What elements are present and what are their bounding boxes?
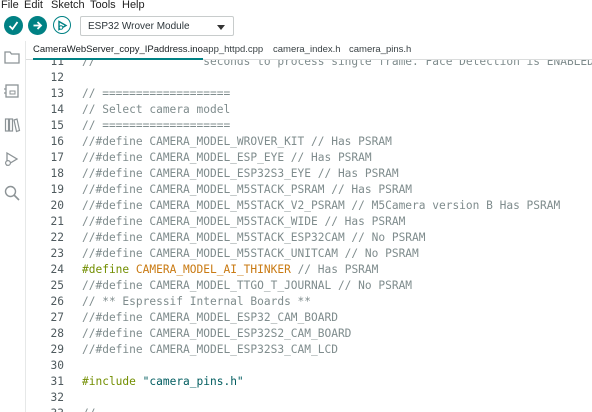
library-icon[interactable] <box>3 116 21 134</box>
code-text: //#define CAMERA_MODEL_ESP32S3_EYE // Ha… <box>82 167 399 180</box>
code-comment: // Has PSRAM <box>290 263 379 276</box>
code-text: //#define CAMERA_MODEL_ESP_EYE // Has PS… <box>82 151 372 164</box>
board-manager-icon[interactable] <box>3 82 21 100</box>
code-text: // =================== <box>82 87 231 100</box>
code-text: //#define CAMERA_MODEL_WROVER_KIT // Has… <box>82 135 392 148</box>
arrow-right-icon <box>33 21 43 30</box>
tab-camera-index[interactable]: camera_index.h <box>273 41 341 58</box>
board-select[interactable]: ESP32 Wrover Module <box>80 16 234 36</box>
code-text: // =================== <box>82 119 231 132</box>
sidebar <box>0 41 26 412</box>
code-text: //#define CAMERA_MODEL_TTGO_T_JOURNAL //… <box>82 279 413 292</box>
code-line: 31 #include "camera_pins.h" <box>26 374 592 390</box>
code-text: //#define CAMERA_MODEL_ESP32S3_CAM_LCD <box>82 343 338 356</box>
tab-camera-pins[interactable]: camera_pins.h <box>349 41 411 58</box>
code-string: "camera_pins.h" <box>142 375 244 388</box>
line-number: 14 <box>50 103 64 116</box>
tab-bar: CameraWebServer_copy_IPaddress.ino app_h… <box>26 41 592 60</box>
code-line: 29 //#define CAMERA_MODEL_ESP32S3_CAM_LCD <box>26 342 592 358</box>
code-text: //#define CAMERA_MODEL_M5STACK_PSRAM // … <box>82 183 413 196</box>
code-line: 11 // seconds to process single frame. Fa… <box>26 60 592 70</box>
line-number: 26 <box>50 295 64 308</box>
code-text: #define CAMERA_MODEL_AI_THINKER // Has P… <box>82 262 378 278</box>
line-number: 11 <box>50 60 64 68</box>
line-number: 32 <box>50 391 64 404</box>
line-number: 20 <box>50 199 64 212</box>
menu-bar: File Edit Sketch Tools Help <box>0 0 592 12</box>
code-text: //#define CAMERA_MODEL_M5STACK_V2_PSRAM … <box>82 199 561 212</box>
code-line: 14 // Select camera model <box>26 102 592 118</box>
code-text: // ** Espressif Internal Boards ** <box>82 295 312 308</box>
menu-sketch[interactable]: Sketch <box>51 0 85 11</box>
debug-icon <box>57 19 67 31</box>
line-number: 27 <box>50 311 64 324</box>
line-number: 30 <box>50 359 64 372</box>
line-number: 21 <box>50 215 64 228</box>
menu-file[interactable]: File <box>1 0 19 11</box>
code-text: // Select camera model <box>82 103 231 116</box>
search-icon[interactable] <box>3 184 21 202</box>
verify-button[interactable] <box>4 16 23 35</box>
code-line: 13 // =================== <box>26 86 592 102</box>
code-macro: CAMERA_MODEL_AI_THINKER <box>135 263 291 276</box>
code-line: 24 #define CAMERA_MODEL_AI_THINKER // Has… <box>26 262 592 278</box>
line-number: 13 <box>50 87 64 100</box>
code-text: // <box>82 406 95 412</box>
code-text: #include "camera_pins.h" <box>82 374 244 390</box>
line-number: 15 <box>50 119 64 132</box>
line-number: 19 <box>50 183 64 196</box>
code-text: //#define CAMERA_MODEL_M5STACK_UNITCAM /… <box>82 247 419 260</box>
code-line: 17 //#define CAMERA_MODEL_ESP_EYE // Has … <box>26 150 592 166</box>
menu-edit[interactable]: Edit <box>24 0 43 11</box>
code-line: 22 //#define CAMERA_MODEL_M5STACK_ESP32CA… <box>26 230 592 246</box>
line-number: 18 <box>50 167 64 180</box>
code-text: //#define CAMERA_MODEL_ESP32_CAM_BOARD <box>82 311 338 324</box>
code-text: //#define CAMERA_MODEL_M5STACK_WIDE // H… <box>82 215 406 228</box>
line-number: 28 <box>50 327 64 340</box>
chevron-down-icon <box>217 25 225 30</box>
code-text: //#define CAMERA_MODEL_M5STACK_ESP32CAM … <box>82 231 426 244</box>
code-line: 18 //#define CAMERA_MODEL_ESP32S3_EYE // … <box>26 166 592 182</box>
code-line: 30 <box>26 358 592 374</box>
debug-button[interactable] <box>53 16 71 34</box>
line-number: 25 <box>50 279 64 292</box>
line-number: 23 <box>50 247 64 260</box>
code-line: 33 // <box>26 406 592 412</box>
code-line: 21 //#define CAMERA_MODEL_M5STACK_WIDE //… <box>26 214 592 230</box>
menu-tools[interactable]: Tools <box>90 0 116 11</box>
folder-icon[interactable] <box>3 48 21 66</box>
code-line: 28 //#define CAMERA_MODEL_ESP32S2_CAM_BOA… <box>26 326 592 342</box>
code-line: 27 //#define CAMERA_MODEL_ESP32_CAM_BOARD <box>26 310 592 326</box>
line-number: 31 <box>50 375 64 388</box>
menu-help[interactable]: Help <box>122 0 145 11</box>
upload-button[interactable] <box>28 16 47 35</box>
code-line: 26 // ** Espressif Internal Boards ** <box>26 294 592 310</box>
board-select-label: ESP32 Wrover Module <box>88 21 190 32</box>
code-line: 12 <box>26 70 592 86</box>
line-number: 17 <box>50 151 64 164</box>
code-line: 23 //#define CAMERA_MODEL_M5STACK_UNITCAM… <box>26 246 592 262</box>
checkmark-icon <box>8 21 19 31</box>
line-number: 16 <box>50 135 64 148</box>
code-line: 15 // =================== <box>26 118 592 134</box>
line-number: 29 <box>50 343 64 356</box>
code-text: //#define CAMERA_MODEL_ESP32S2_CAM_BOARD <box>82 327 352 340</box>
tab-main-sketch[interactable]: CameraWebServer_copy_IPaddress.ino <box>33 41 203 60</box>
code-keyword: #include <box>82 375 136 388</box>
line-number: 22 <box>50 231 64 244</box>
code-line: 16 //#define CAMERA_MODEL_WROVER_KIT // H… <box>26 134 592 150</box>
code-line: 32 <box>26 390 592 406</box>
tab-app-httpd[interactable]: app_httpd.cpp <box>203 41 263 58</box>
line-number: 33 <box>26 406 64 412</box>
code-editor[interactable]: 11 // seconds to process single frame. Fa… <box>26 60 592 412</box>
code-line: 19 //#define CAMERA_MODEL_M5STACK_PSRAM /… <box>26 182 592 198</box>
code-line: 20 //#define CAMERA_MODEL_M5STACK_V2_PSRA… <box>26 198 592 214</box>
line-number: 12 <box>50 71 64 84</box>
code-line: 25 //#define CAMERA_MODEL_TTGO_T_JOURNAL … <box>26 278 592 294</box>
debug-icon[interactable] <box>3 150 21 168</box>
code-keyword: #define <box>82 263 130 276</box>
line-number: 24 <box>50 263 64 276</box>
code-text: // seconds to process single frame. Face… <box>82 60 592 68</box>
